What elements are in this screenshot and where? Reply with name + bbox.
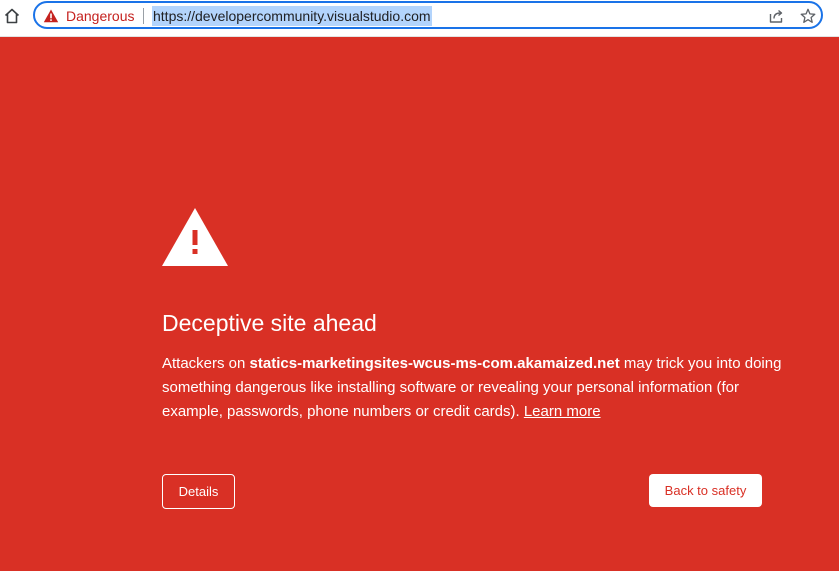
security-chip[interactable]: Dangerous xyxy=(43,6,135,26)
security-chip-label: Dangerous xyxy=(66,8,135,24)
danger-triangle-icon xyxy=(162,208,228,266)
address-bar[interactable]: Dangerous https://developercommunity.vis… xyxy=(33,1,823,29)
learn-more-link[interactable]: Learn more xyxy=(524,403,601,420)
home-icon xyxy=(4,8,20,24)
share-icon xyxy=(769,9,783,23)
warning-triangle-icon xyxy=(43,9,59,23)
details-button[interactable]: Details xyxy=(162,474,235,509)
dangerous-domain: statics-marketingsites-wcus-ms-com.akama… xyxy=(249,355,620,372)
warning-message: Attackers on statics-marketingsites-wcus… xyxy=(162,352,782,424)
share-button[interactable] xyxy=(766,6,786,26)
message-prefix: Attackers on xyxy=(162,355,250,372)
bookmark-button[interactable] xyxy=(798,6,818,26)
omnibox-divider xyxy=(143,8,144,24)
url-text[interactable]: https://developercommunity.visualstudio.… xyxy=(152,6,432,26)
home-button[interactable] xyxy=(2,6,22,26)
browser-toolbar: Dangerous https://developercommunity.vis… xyxy=(0,0,839,37)
back-to-safety-button[interactable]: Back to safety xyxy=(649,474,762,507)
star-icon xyxy=(800,8,816,23)
page-title: Deceptive site ahead xyxy=(162,310,377,336)
safe-browsing-interstitial: Deceptive site ahead Attackers on static… xyxy=(0,37,839,571)
